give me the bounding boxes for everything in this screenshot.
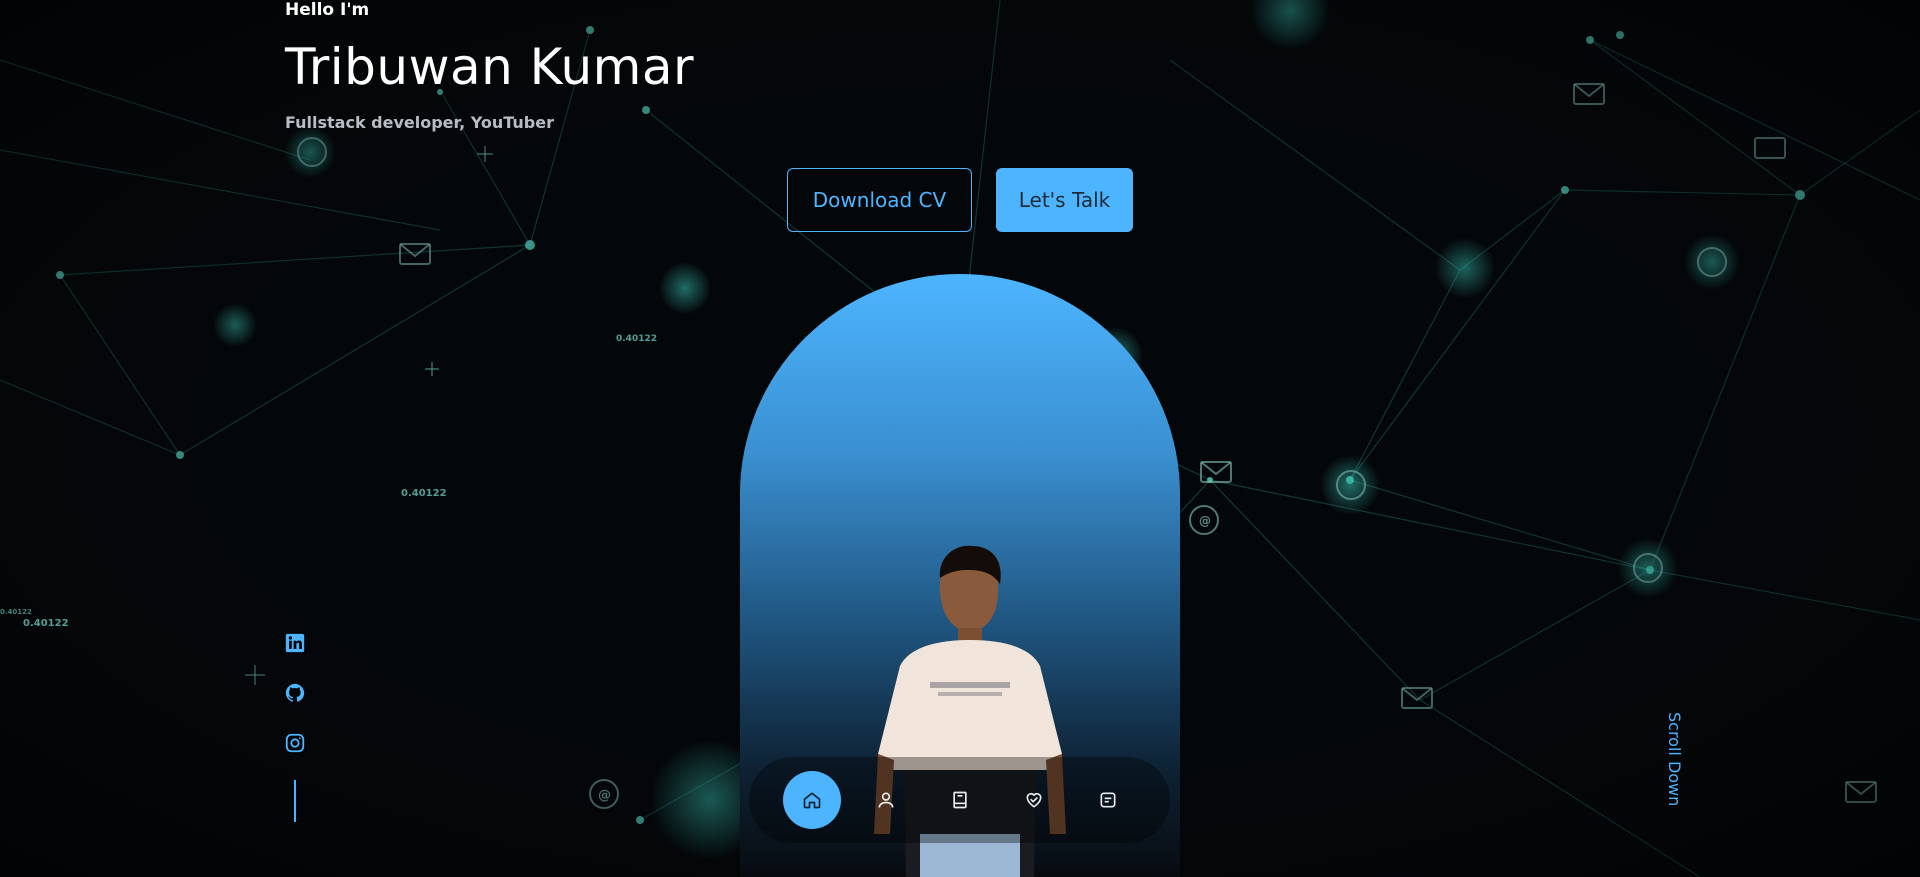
background-number-3: 0.40122 [23,618,69,629]
message-icon [1100,792,1116,808]
background-number-2: 0.40122 [401,488,447,499]
hero-role: Fullstack developer, YouTuber [285,113,554,132]
social-links [284,632,306,822]
nav-services[interactable] [1005,771,1063,829]
user-icon [878,792,894,808]
download-cv-button[interactable]: Download CV [787,168,972,232]
nav-about[interactable] [857,771,915,829]
book-icon [953,791,967,809]
bottom-nav [749,757,1170,843]
home-icon [803,792,821,809]
services-icon [1026,792,1042,808]
nav-experience[interactable] [931,771,989,829]
instagram-icon[interactable] [284,732,306,754]
social-divider-line [294,780,296,822]
lets-talk-button[interactable]: Let's Talk [996,168,1133,232]
background-number-4: 0.40122 [0,608,32,616]
github-icon[interactable] [284,682,306,704]
linkedin-icon[interactable] [284,632,306,654]
nav-contact[interactable] [1079,771,1137,829]
nav-home[interactable] [783,771,841,829]
hero-name: Tribuwan Kumar [285,38,695,96]
hero-greeting: Hello I'm [285,0,370,20]
scroll-down-label: Scroll Down [1665,712,1684,807]
scroll-down-link[interactable]: Scroll Down [1662,712,1684,822]
background-number-1: 0.40122 [616,334,657,344]
